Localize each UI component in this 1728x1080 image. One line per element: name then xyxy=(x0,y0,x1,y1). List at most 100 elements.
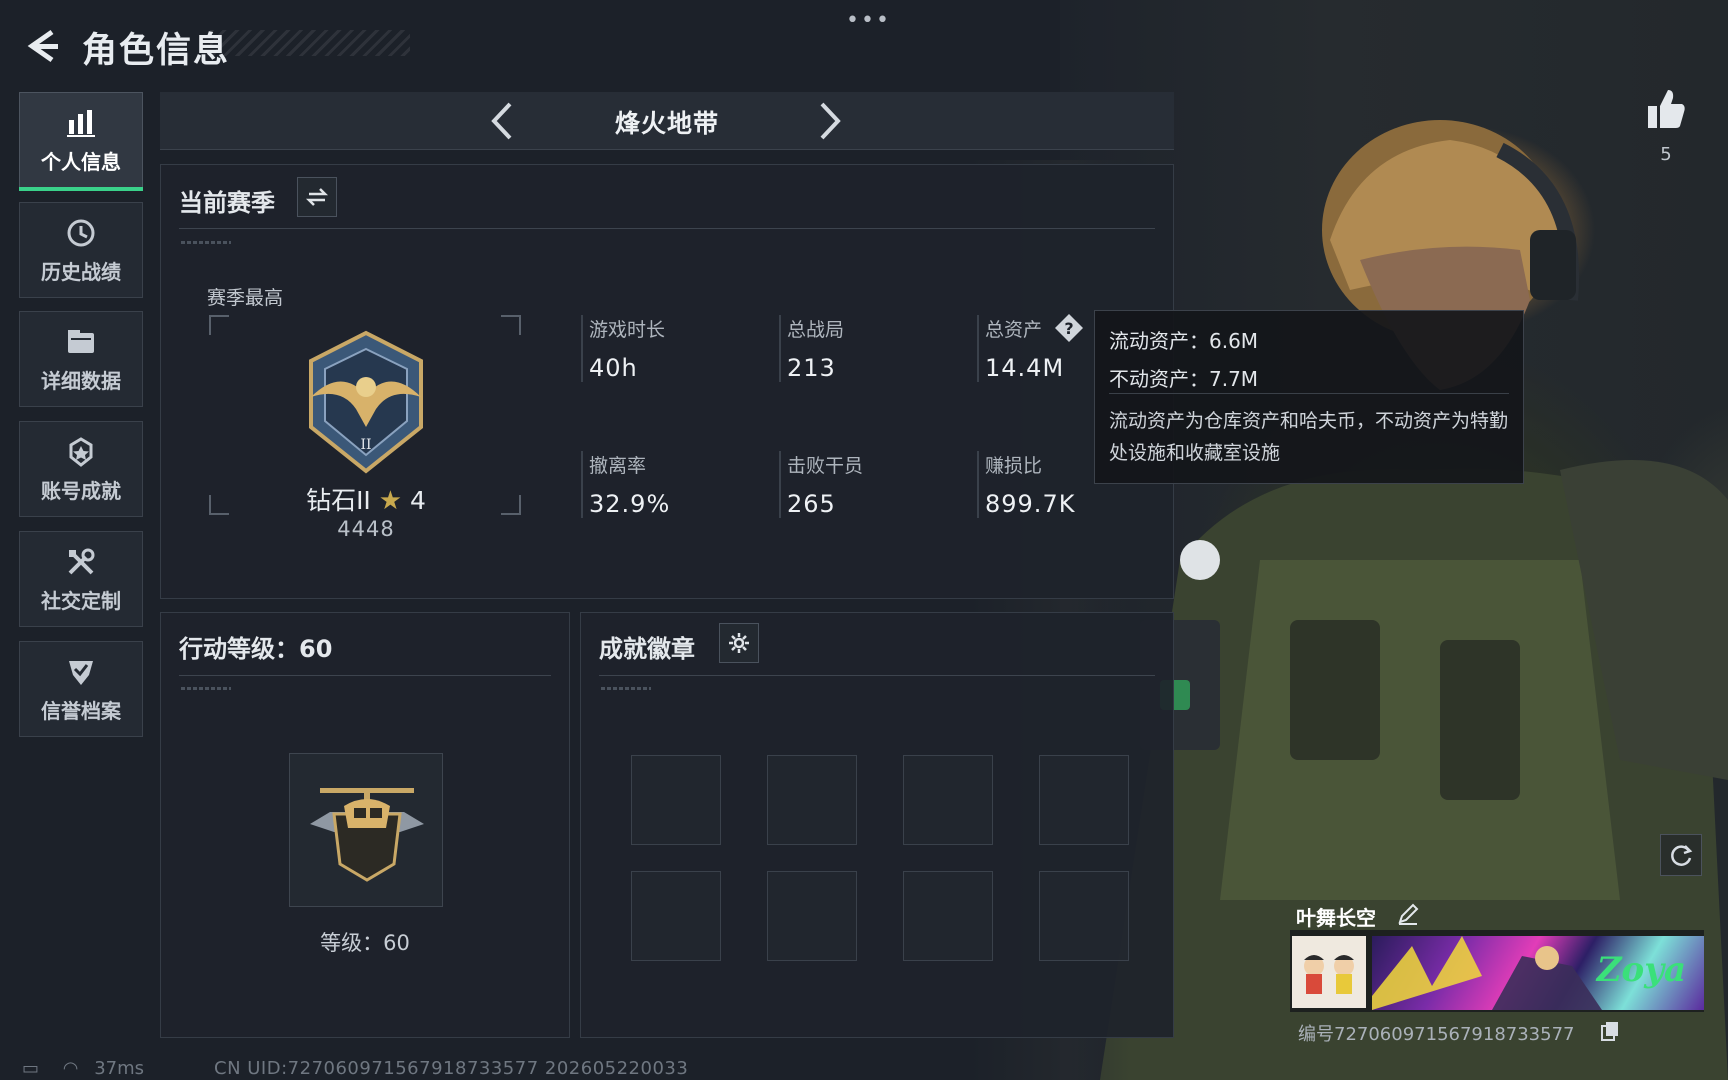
rank-star-icon: ★ xyxy=(378,486,403,516)
stat-total-assets: 总资产 14.4M xyxy=(977,315,1064,382)
divider xyxy=(179,675,551,676)
divider-decoration xyxy=(601,687,651,690)
svg-text:?: ? xyxy=(1064,319,1073,338)
sidebar-item-label: 信誉档案 xyxy=(41,698,121,723)
stat-label: 击败干员 xyxy=(787,455,864,477)
rank-tier: 钻石II xyxy=(306,486,371,515)
stat-extraction-rate: 撤离率 32.9% xyxy=(581,451,670,518)
badge-slot[interactable] xyxy=(903,755,993,845)
rotate-icon xyxy=(1671,845,1693,866)
tooltip-description: 流动资产为仓库资产和哈夫币，不动资产为特勤处设施和收藏室设施 xyxy=(1109,410,1509,464)
stat-label: 总资产 xyxy=(985,319,1043,341)
sidebar-item-label: 详细数据 xyxy=(41,368,121,393)
divider xyxy=(179,228,1155,229)
achievement-badges-panel: 成就徽章 xyxy=(580,612,1174,1038)
rank-name: 钻石II ★ 4 xyxy=(241,481,491,517)
thumbs-up-icon xyxy=(1648,90,1685,128)
rotate-model-button[interactable] xyxy=(1660,834,1702,876)
player-name: 叶舞长空 xyxy=(1296,906,1376,930)
divider-decoration xyxy=(181,687,231,690)
badge-slot[interactable] xyxy=(1039,755,1129,845)
mode-selector: 烽火地带 xyxy=(160,92,1174,150)
stat-value: 14.4M xyxy=(985,354,1065,382)
sidebar-item-credit-record[interactable]: 信誉档案 xyxy=(19,641,143,737)
player-avatar[interactable] xyxy=(1292,936,1366,1008)
avatar-image xyxy=(1292,936,1366,1008)
divider-decoration xyxy=(181,241,231,244)
battery-icon: ▭ xyxy=(22,1058,40,1079)
badge-slot[interactable] xyxy=(767,755,857,845)
action-level-heading: 行动等级：60 xyxy=(179,635,333,663)
like-count: 5 xyxy=(1660,144,1672,165)
achievement-medal-icon xyxy=(64,435,98,469)
sidebar-item-history[interactable]: 历史战绩 xyxy=(19,202,143,298)
player-uid: 编号727060971567918733577 xyxy=(1298,1020,1575,1046)
season-heading: 当前赛季 xyxy=(179,189,275,217)
tooltip-fixed-assets: 不动资产：7.7M xyxy=(1109,367,1259,391)
badge-slot[interactable] xyxy=(767,871,857,961)
help-icon[interactable]: ? xyxy=(1054,313,1084,343)
stat-value: 899.7K xyxy=(985,490,1076,518)
badge-slot[interactable] xyxy=(903,871,993,961)
stat-operators-defeated: 击败干员 265 xyxy=(779,451,863,518)
action-level-panel: 行动等级：60 等级：60 xyxy=(160,612,570,1038)
like-button[interactable] xyxy=(1644,86,1688,132)
mode-next-button[interactable] xyxy=(810,100,850,142)
title-decoration xyxy=(210,30,410,56)
badges-settings-button[interactable] xyxy=(719,623,759,663)
stat-value: 265 xyxy=(787,490,836,518)
history-clock-icon xyxy=(64,216,98,250)
back-arrow-icon xyxy=(27,29,58,63)
action-level-text: 等级：60 xyxy=(320,931,410,955)
rank-points: 4448 xyxy=(337,517,395,541)
swap-icon xyxy=(305,188,329,206)
stat-label: 赚损比 xyxy=(985,455,1043,477)
divider xyxy=(599,675,1155,676)
tooltip-liquid-assets: 流动资产：6.6M xyxy=(1109,329,1259,353)
stat-label: 游戏时长 xyxy=(589,319,666,341)
badge-slot[interactable] xyxy=(1039,871,1129,961)
uid-value: 727060971567918733577 xyxy=(1334,1024,1575,1045)
badge-slot[interactable] xyxy=(631,871,721,961)
assets-tooltip: 流动资产：6.6M 不动资产：7.7M 流动资产为仓库资产和哈夫币，不动资产为特… xyxy=(1094,310,1524,484)
player-banner[interactable]: Zoya xyxy=(1372,936,1704,1010)
back-button[interactable] xyxy=(22,26,62,66)
helicopter-emblem-icon xyxy=(310,788,424,882)
stat-playtime: 游戏时长 40h xyxy=(581,315,665,382)
more-options-button[interactable]: ••• xyxy=(846,8,889,33)
sidebar-item-label: 历史战绩 xyxy=(41,259,121,284)
stat-total-matches: 总战局 213 xyxy=(779,315,844,382)
sidebar-item-detailed-data[interactable]: 详细数据 xyxy=(19,311,143,407)
sidebar-item-achievements[interactable]: 账号成就 xyxy=(19,421,143,517)
sidebar-item-social-custom[interactable]: 社交定制 xyxy=(19,531,143,627)
sidebar-item-label: 个人信息 xyxy=(41,149,121,174)
stat-label: 撤离率 xyxy=(589,455,647,477)
stat-profit-loss-ratio: 赚损比 899.7K xyxy=(977,451,1075,518)
uid-label: 编号 xyxy=(1298,1024,1334,1045)
season-panel: 当前赛季 赛季最高 II 钻石II ★ 4 4448 游戏时长 40h 总战局 … xyxy=(160,164,1174,599)
chevron-right-icon xyxy=(820,102,841,140)
stat-value: 32.9% xyxy=(589,490,671,518)
bar-chart-icon xyxy=(64,106,98,140)
footer-uid: CN UID:727060971567918733577 20260522003… xyxy=(214,1058,689,1079)
rank-star-count: 4 xyxy=(410,486,426,515)
tooltip-divider xyxy=(1109,393,1509,394)
folder-icon xyxy=(64,325,98,359)
stat-value: 213 xyxy=(787,354,836,382)
ping-value: 37ms xyxy=(94,1058,145,1079)
season-switch-button[interactable] xyxy=(297,177,337,217)
gear-icon xyxy=(729,633,749,653)
sidebar-item-label: 社交定制 xyxy=(41,588,121,613)
stat-label: 总战局 xyxy=(787,319,845,341)
badge-slot[interactable] xyxy=(631,755,721,845)
edit-pencil-icon[interactable] xyxy=(1396,902,1420,926)
stat-value: 40h xyxy=(589,354,638,382)
status-bar: ▭ ◠ 37ms xyxy=(22,1058,144,1079)
action-level-emblem xyxy=(289,753,443,907)
tools-icon xyxy=(64,545,98,579)
copy-icon[interactable] xyxy=(1600,1020,1620,1042)
page-title: 角色信息 xyxy=(82,31,231,71)
sidebar-item-personal-info[interactable]: 个人信息 xyxy=(19,92,143,191)
badges-heading: 成就徽章 xyxy=(599,635,695,663)
rank-emblem-icon: II xyxy=(309,330,423,474)
